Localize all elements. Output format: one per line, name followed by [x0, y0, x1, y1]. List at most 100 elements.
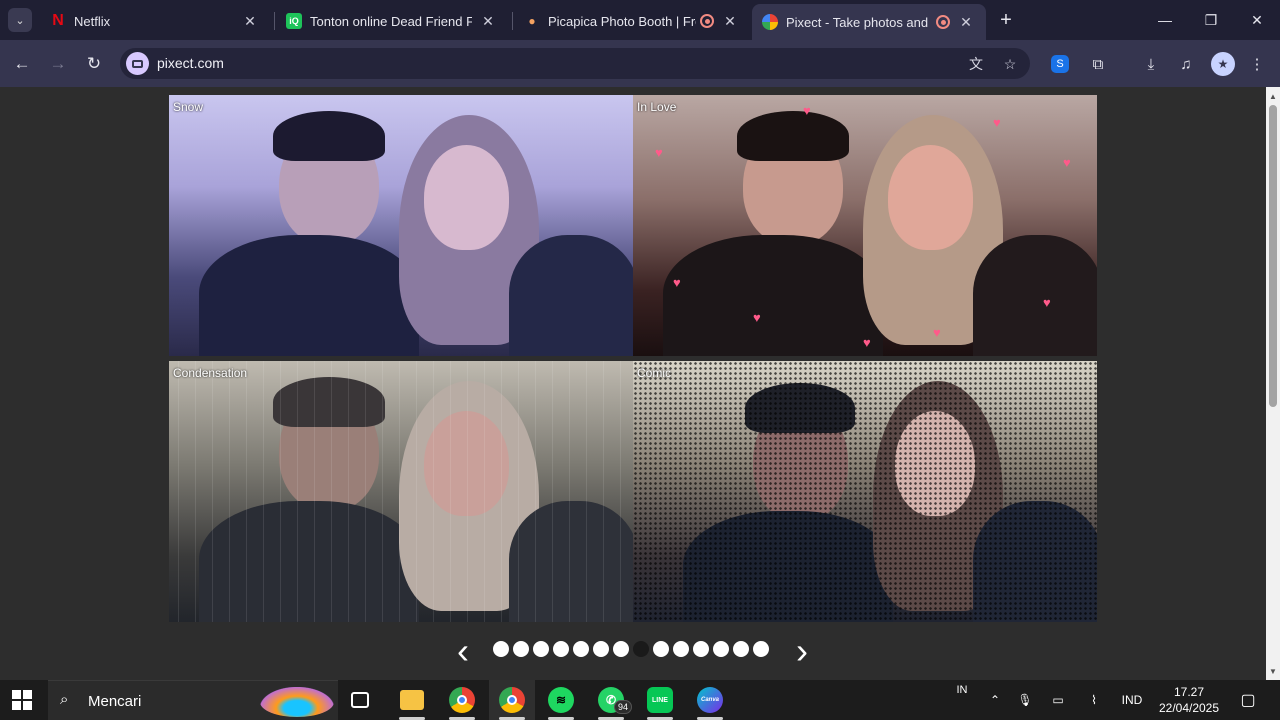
page-dot[interactable]	[573, 641, 589, 657]
page-dot[interactable]	[633, 641, 649, 657]
new-tab-button[interactable]: +	[994, 8, 1018, 32]
tab-iqiyi[interactable]: iQ Tonton online Dead Friend Fore ✕	[276, 6, 508, 36]
person-left-hair	[273, 111, 385, 161]
close-tab-icon[interactable]: ✕	[478, 11, 498, 31]
next-arrow-icon[interactable]: ›	[788, 632, 816, 670]
search-highlight-art	[260, 687, 334, 717]
tab-pixect[interactable]: Pixect - Take photos and m ✕	[752, 4, 986, 40]
tab-netflix[interactable]: N Netflix ✕	[40, 6, 270, 36]
page-dot[interactable]	[713, 641, 729, 657]
canva-button[interactable]: Canva	[687, 680, 733, 720]
url-text[interactable]: pixect.com	[157, 55, 224, 71]
tab-separator	[274, 12, 275, 30]
media-control-icon[interactable]: ♫	[1174, 52, 1198, 76]
download-icon[interactable]: ⤓	[1139, 52, 1163, 76]
windows-start-icon[interactable]	[12, 690, 32, 710]
person-left-hair	[737, 111, 849, 161]
page-scrollbar[interactable]: ▲ ▼	[1266, 87, 1280, 680]
photo-in-love[interactable]: ♥ ♥ ♥ ♥ ♥ ♥ ♥ ♥ ♥ In Love	[633, 95, 1097, 356]
address-bar[interactable]: pixect.com 文 ☆	[120, 48, 1030, 79]
close-tab-icon[interactable]: ✕	[720, 11, 740, 31]
previous-arrow-icon[interactable]: ‹	[449, 632, 477, 670]
show-hidden-icons-icon[interactable]: ⌃	[984, 680, 1006, 720]
page-dot[interactable]	[733, 641, 749, 657]
person-right-body	[509, 235, 633, 356]
notification-badge: 94	[614, 700, 633, 714]
restore-button[interactable]: ❐	[1188, 6, 1234, 34]
page-dot[interactable]	[493, 641, 509, 657]
notifications-icon[interactable]: ▢	[1234, 680, 1262, 720]
tab-picapica[interactable]: ● Picapica Photo Booth | Free ✕	[514, 6, 750, 36]
clock[interactable]: 17.27 22/04/2025	[1152, 684, 1226, 716]
close-tab-icon[interactable]: ✕	[956, 12, 976, 32]
page-dot[interactable]	[673, 641, 689, 657]
person-right-face	[424, 145, 509, 250]
tab-search-button[interactable]: ⌄	[8, 8, 32, 32]
whatsapp-button[interactable]: ✆ 94	[588, 680, 634, 720]
page-dot[interactable]	[653, 641, 669, 657]
reload-button[interactable]: ↻	[80, 50, 108, 78]
task-view-icon	[351, 692, 369, 708]
condensation-overlay	[169, 361, 633, 622]
task-view-button[interactable]	[337, 680, 383, 720]
heart-icon: ♥	[1063, 155, 1071, 170]
clock-time: 17.27	[1173, 685, 1205, 699]
battery-icon[interactable]: ▭	[1046, 680, 1070, 720]
person-left-body	[663, 235, 883, 356]
line-button[interactable]: LINE	[637, 680, 683, 720]
translate-icon[interactable]: 文	[966, 54, 986, 74]
iqiyi-icon: iQ	[286, 13, 302, 29]
close-window-button[interactable]: ✕	[1234, 6, 1280, 34]
heart-icon: ♥	[863, 335, 871, 350]
page-dot[interactable]	[593, 641, 609, 657]
chrome-button[interactable]	[439, 680, 485, 720]
extensions-puzzle-icon[interactable]: ⧉	[1086, 52, 1110, 76]
file-explorer-button[interactable]	[389, 680, 435, 720]
taskbar-search[interactable]: ⌕ Mencari	[48, 680, 338, 720]
recording-icon	[700, 14, 714, 28]
heart-icon: ♥	[673, 275, 681, 290]
extension-icon[interactable]: S	[1051, 55, 1069, 73]
back-button[interactable]: ←	[8, 50, 36, 78]
spotify-button[interactable]: ≋	[538, 680, 584, 720]
heart-icon: ♥	[803, 103, 811, 118]
heart-icon: ♥	[655, 145, 663, 160]
forward-button[interactable]: →	[44, 50, 72, 78]
page-dot[interactable]	[513, 641, 529, 657]
minimize-button[interactable]: —	[1142, 6, 1188, 34]
chrome-icon	[449, 687, 475, 713]
filter-label: Comic	[637, 366, 672, 380]
page-dot[interactable]	[693, 641, 709, 657]
heart-icon: ♥	[753, 310, 761, 325]
photo-comic[interactable]: Comic	[633, 361, 1097, 622]
scroll-down-icon[interactable]: ▼	[1266, 664, 1280, 678]
heart-icon: ♥	[993, 115, 1001, 130]
site-info-icon[interactable]	[126, 52, 149, 75]
scrollbar-thumb[interactable]	[1269, 105, 1277, 407]
menu-kebab-icon[interactable]: ⋮	[1245, 52, 1269, 76]
netflix-icon: N	[52, 12, 64, 29]
scroll-up-icon[interactable]: ▲	[1266, 89, 1280, 103]
ime-indicator[interactable]: IN	[950, 680, 974, 700]
filter-label: In Love	[637, 100, 677, 114]
page-dot[interactable]	[613, 641, 629, 657]
microphone-icon[interactable]: 🎙	[1014, 680, 1036, 720]
browser-toolbar: ← → ↻ pixect.com 文 ☆ S ⧉ ⤓ ♫ ★ ⋮	[0, 40, 1280, 87]
network-icon[interactable]: ⌇	[1082, 680, 1106, 720]
bookmark-star-icon[interactable]: ☆	[1000, 54, 1020, 74]
tab-separator	[512, 12, 513, 30]
close-tab-icon[interactable]: ✕	[240, 11, 260, 31]
chrome-profile-button[interactable]	[489, 680, 535, 720]
heart-icon: ♥	[1043, 295, 1051, 310]
page-dot[interactable]	[533, 641, 549, 657]
language-indicator[interactable]: IND	[1114, 680, 1150, 720]
tab-title: Pixect - Take photos and m	[786, 14, 932, 30]
profile-avatar[interactable]: ★	[1211, 52, 1235, 76]
photo-condensation[interactable]: Condensation	[169, 361, 633, 622]
photo-snow[interactable]: Snow	[169, 95, 633, 356]
page-dot[interactable]	[753, 641, 769, 657]
page-indicator	[493, 641, 769, 659]
page-dot[interactable]	[553, 641, 569, 657]
windows-taskbar: ⌕ Mencari ≋ ✆ 94 LINE Canva IN ⌃ 🎙 ▭ ⌇ I…	[0, 680, 1280, 720]
filter-label: Snow	[173, 100, 204, 114]
